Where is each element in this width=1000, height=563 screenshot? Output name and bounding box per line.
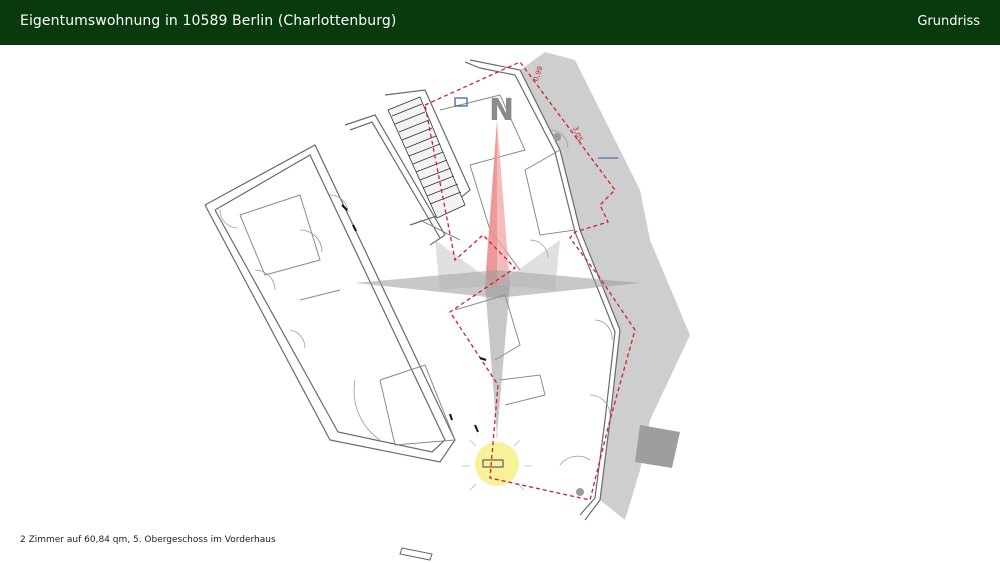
column-marker xyxy=(553,133,561,141)
floor-plan: N 0,99 3,05 xyxy=(204,52,690,561)
balcony xyxy=(635,425,680,468)
header-bar: Eigentumswohnung in 10589 Berlin (Charlo… xyxy=(0,0,1000,45)
column-marker-2 xyxy=(576,488,584,496)
apartment-summary: 2 Zimmer auf 60,84 qm, 5. Obergeschoss i… xyxy=(20,535,276,545)
compass-north-label: N xyxy=(489,93,514,128)
wall-ticks xyxy=(341,204,487,433)
door-swings xyxy=(219,129,613,466)
sun-icon xyxy=(462,430,532,491)
section-label: Grundriss xyxy=(917,14,980,29)
listing-title: Eigentumswohnung in 10589 Berlin (Charlo… xyxy=(20,13,397,29)
stub-wall xyxy=(399,547,433,561)
